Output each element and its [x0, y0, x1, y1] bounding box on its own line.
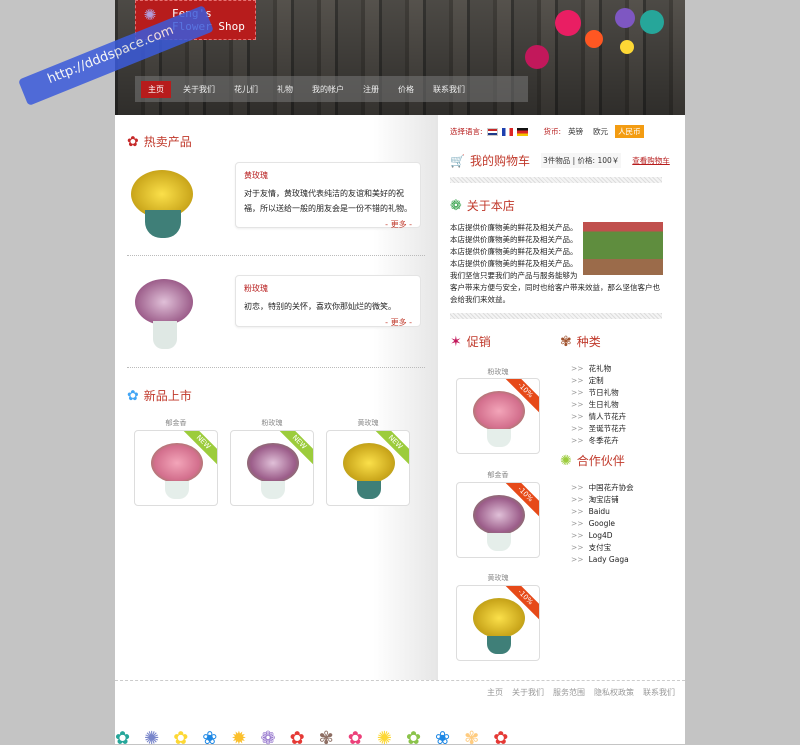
new-product-thumb[interactable]: NEW: [134, 430, 218, 506]
currency-cny[interactable]: 人民币: [615, 125, 644, 138]
promo-thumb[interactable]: -10%: [456, 482, 540, 558]
category-item[interactable]: >> 圣诞节花卉: [571, 423, 626, 435]
new-item-caption: 郁金香: [165, 419, 187, 427]
cart-title: 我的购物车: [469, 154, 530, 168]
category-item[interactable]: >> 情人节花卉: [571, 411, 626, 423]
promo-title: ✶ 促销: [450, 333, 491, 350]
more-link[interactable]: - 更多 -: [244, 317, 412, 328]
flower-logo-icon: ✺: [144, 1, 157, 25]
product-desc: 对于友情，黄玫瑰代表纯洁的友谊和美好的祝福，所以送给一般的朋友会是一份不错的礼物…: [244, 189, 412, 213]
cart-summary: 3件物品 | 价格: 100￥: [540, 153, 622, 168]
partner-item[interactable]: >> Google: [571, 518, 634, 530]
category-item[interactable]: >> 生日礼物: [571, 399, 626, 411]
category-item[interactable]: >> 节日礼物: [571, 387, 626, 399]
new-product-thumb[interactable]: NEW: [326, 430, 410, 506]
nav-register[interactable]: 注册: [356, 81, 386, 98]
new-item-caption: 粉玫瑰: [261, 419, 283, 427]
product-name[interactable]: 粉玫瑰: [244, 283, 412, 294]
product-card: 粉玫瑰 初恋，特别的关怀，喜欢你那灿烂的微笑。 - 更多 -: [235, 275, 421, 327]
footer-link-contact[interactable]: 联系我们: [643, 687, 675, 698]
currency-eur[interactable]: 欧元: [590, 125, 611, 138]
category-item[interactable]: >> 冬季花卉: [571, 435, 626, 447]
product-card: 黄玫瑰 对于友情，黄玫瑰代表纯洁的友谊和美好的祝福，所以送给一般的朋友会是一份不…: [235, 162, 421, 230]
nav-flowers[interactable]: 花儿们: [227, 81, 265, 98]
flower-icon: ✺: [560, 452, 572, 469]
about-text: 本店提供价廉物美的鲜花及相关产品。本店提供价廉物美的鲜花及相关产品。本店提供价廉…: [450, 223, 660, 304]
nav-home[interactable]: 主页: [141, 80, 171, 98]
promo-caption: 郁金香: [487, 471, 509, 479]
partner-item[interactable]: >> 中国花卉协会: [571, 482, 634, 494]
categories-title: ✾ 种类: [560, 333, 601, 350]
view-cart-link[interactable]: 查看购物车: [632, 155, 670, 166]
main-nav: 主页 关于我们 花儿们 礼物 我的帐户 注册 价格 联系我们: [135, 76, 528, 102]
language-currency-bar: 选择语言: 货币: 英镑 欧元 人民币: [450, 125, 644, 138]
page: ✺ Feng's Flower Shop 主页 关于我们 花儿们 礼物 我的帐户…: [115, 0, 685, 745]
cart-bar: 🛒 我的购物车 3件物品 | 价格: 100￥ 查看购物车: [450, 152, 670, 169]
footer: 主页 关于我们 服务范围 隐私权政策 联系我们 ✿✺✿❀✹❁✿✾✿✺✿❀✾✿: [115, 680, 685, 745]
more-link[interactable]: - 更多 -: [244, 219, 412, 230]
nav-price[interactable]: 价格: [391, 81, 421, 98]
flower-icon: ❁: [450, 197, 462, 214]
nav-gifts[interactable]: 礼物: [270, 81, 300, 98]
hot-products-title: ✿ 热卖产品: [127, 133, 192, 150]
nav-contact[interactable]: 联系我们: [426, 81, 472, 98]
flag-fr-icon[interactable]: [501, 127, 513, 136]
currency-label: 货币:: [543, 127, 562, 136]
category-item[interactable]: >> 花礼物: [571, 363, 626, 375]
promo-caption: 粉玫瑰: [487, 368, 509, 376]
new-product-thumb[interactable]: NEW: [230, 430, 314, 506]
promo-caption: 黄玫瑰: [487, 574, 509, 582]
flag-de-icon[interactable]: [516, 127, 528, 136]
partner-item[interactable]: >> Log4D: [571, 530, 634, 542]
cart-icon[interactable]: 🛒: [450, 154, 465, 168]
categories-list: >> 花礼物 >> 定制 >> 节日礼物 >> 生日礼物 >> 情人节花卉 >> 圣诞节花卉…: [571, 363, 626, 447]
footer-link-about[interactable]: 关于我们: [512, 687, 544, 698]
promo-thumb[interactable]: -10%: [456, 378, 540, 454]
partner-item[interactable]: >> 支付宝: [571, 542, 634, 554]
partners-title: ✺ 合作伙伴: [560, 452, 625, 469]
partner-item[interactable]: >> 淘宝店铺: [571, 494, 634, 506]
currency-gbp[interactable]: 英镑: [565, 125, 586, 138]
category-item[interactable]: >> 定制: [571, 375, 626, 387]
product-name[interactable]: 黄玫瑰: [244, 170, 412, 181]
product-desc: 初恋，特别的关怀，喜欢你那灿烂的微笑。: [244, 302, 396, 311]
flower-icon: ✿: [127, 133, 139, 150]
star-icon: ✶: [450, 333, 462, 350]
new-products-title: ✿ 新品上市: [127, 387, 192, 404]
about-title: ❁ 关于本店: [450, 197, 515, 214]
partner-item[interactable]: >> Baidu: [571, 506, 634, 518]
partner-item[interactable]: >> Lady Gaga: [571, 554, 634, 566]
right-column: 选择语言: 货币: 英镑 欧元 人民币 🛒 我的购物车 3件物品 | 价格: 1…: [438, 115, 685, 680]
left-column: ✿ 热卖产品 黄玫瑰 对于友情，黄玫瑰代表纯洁的友谊和美好的祝福，所以送给一般的朋…: [115, 115, 438, 680]
partners-list: >> 中国花卉协会 >> 淘宝店铺 >> Baidu >> Google >> Log4D…: [571, 482, 634, 566]
flower-border-decoration: ✿✺✿❀✹❁✿✾✿✺✿❀✾✿: [115, 729, 523, 745]
flower-icon: ✾: [560, 333, 572, 350]
nav-account[interactable]: 我的帐户: [305, 81, 351, 98]
footer-link-services[interactable]: 服务范围: [553, 687, 585, 698]
nav-about[interactable]: 关于我们: [176, 81, 222, 98]
promo-thumb[interactable]: -10%: [456, 585, 540, 661]
flower-icon: ✿: [127, 387, 139, 404]
new-item-caption: 黄玫瑰: [357, 419, 379, 427]
flag-uk-icon[interactable]: [486, 127, 498, 136]
footer-link-home[interactable]: 主页: [487, 687, 503, 698]
language-label: 选择语言:: [450, 127, 483, 136]
footer-link-privacy[interactable]: 隐私权政策: [594, 687, 634, 698]
